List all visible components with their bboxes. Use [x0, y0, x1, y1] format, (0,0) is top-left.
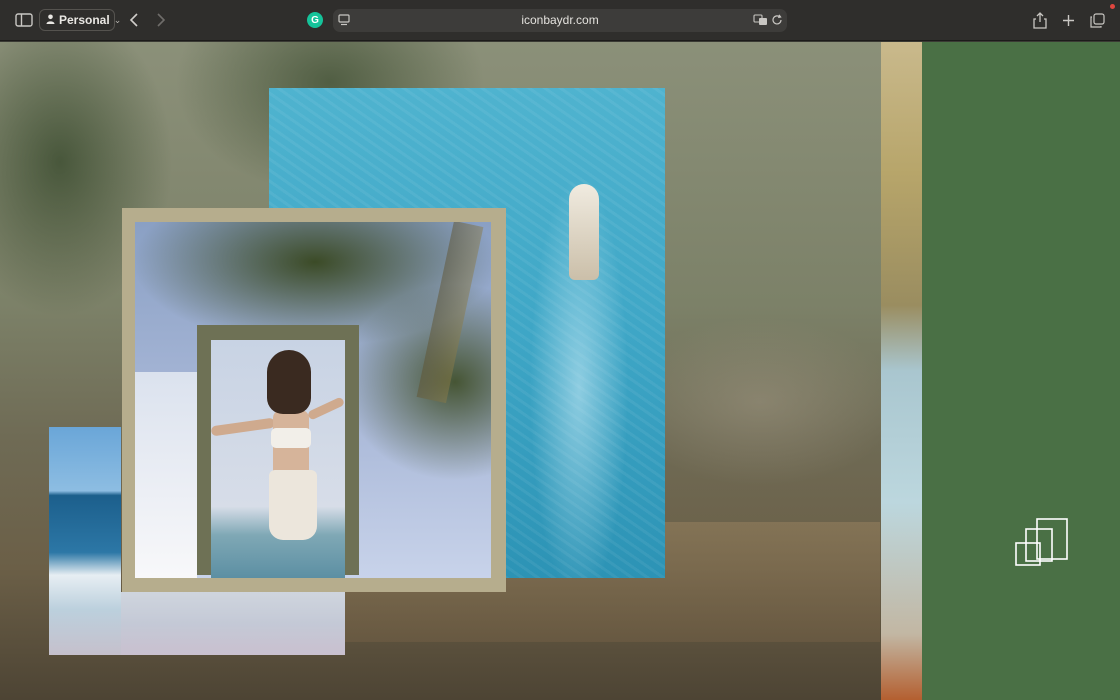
- beach-waves-photo: [49, 427, 121, 655]
- new-tab-icon[interactable]: [1059, 11, 1077, 29]
- figure-hair: [267, 350, 311, 414]
- reload-icon[interactable]: [770, 13, 784, 27]
- palm-trunk-shape: [416, 222, 484, 404]
- url-text[interactable]: iconbaydr.com: [333, 13, 787, 27]
- notification-dot: [1110, 4, 1115, 9]
- address-bar[interactable]: iconbaydr.com: [333, 9, 787, 32]
- green-side-panel: [922, 42, 1120, 700]
- share-icon[interactable]: [1031, 10, 1049, 30]
- forward-icon[interactable]: [153, 11, 169, 29]
- browser-toolbar: Personal ⌄ G iconbaydr.com: [0, 0, 1120, 41]
- person-icon: [46, 13, 55, 27]
- profile-label: Personal: [59, 13, 110, 27]
- translate-icon[interactable]: [752, 13, 768, 27]
- tab-overview-icon[interactable]: [1088, 11, 1106, 29]
- stacked-squares-logo-icon[interactable]: [1015, 517, 1069, 567]
- sidebar-toggle-icon[interactable]: [14, 11, 34, 29]
- figure-top: [271, 428, 311, 448]
- figure-skirt: [269, 470, 317, 540]
- figure-arm: [306, 396, 345, 421]
- profile-button[interactable]: Personal ⌄: [39, 9, 121, 31]
- woman-photo: [211, 340, 345, 578]
- palm-photo-inset: [135, 372, 197, 578]
- figure-arm: [211, 417, 276, 437]
- boat-shape: [569, 184, 599, 280]
- grammarly-extension-icon[interactable]: G: [307, 12, 323, 28]
- side-photo-strip: [881, 42, 922, 700]
- chevron-down-icon: ⌄: [113, 14, 122, 25]
- back-icon[interactable]: [126, 11, 142, 29]
- grammarly-letter: G: [311, 14, 319, 26]
- webpage-canvas: [0, 42, 1120, 700]
